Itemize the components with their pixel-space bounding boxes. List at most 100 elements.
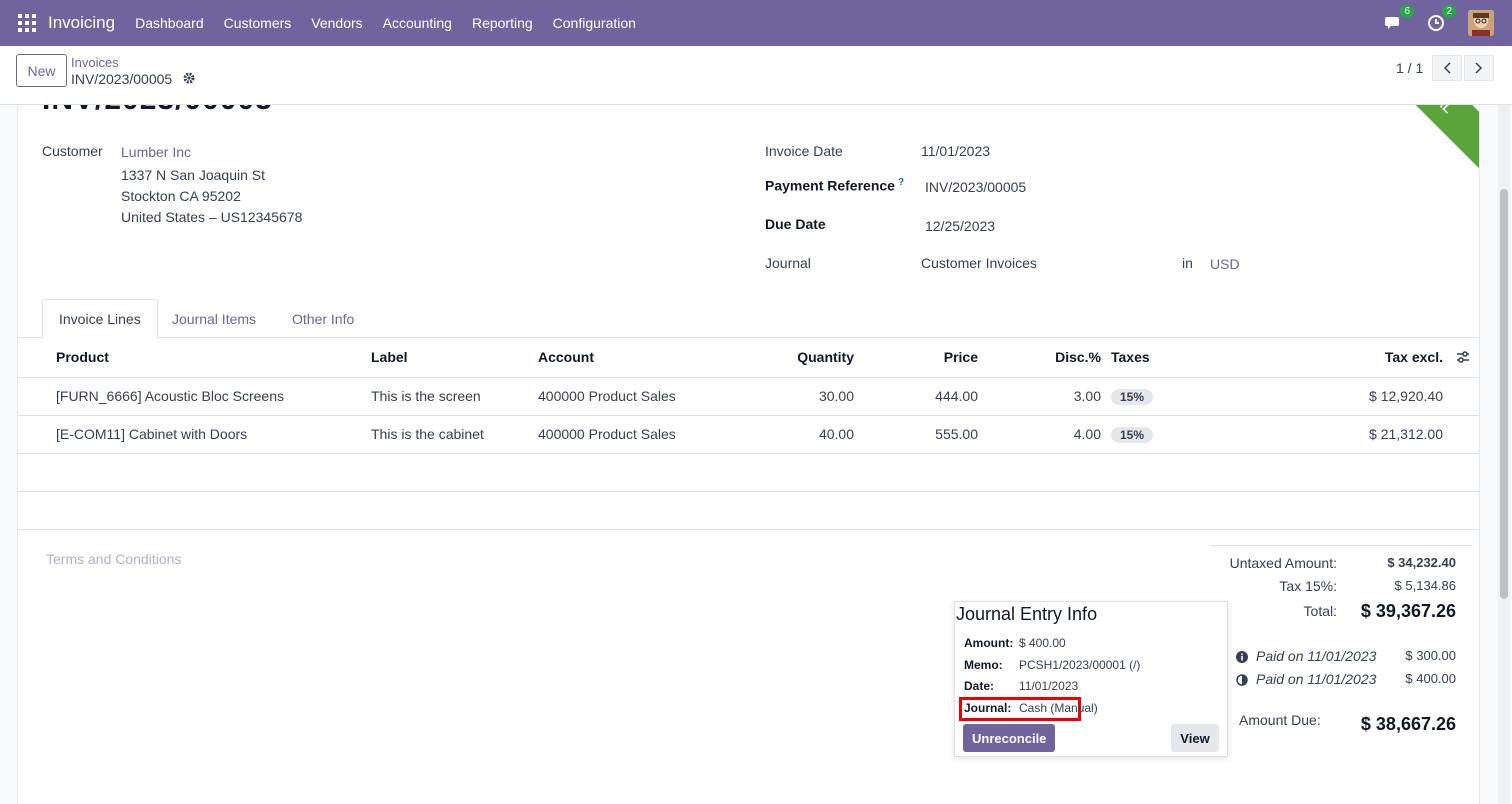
pager-prev-button[interactable] [1432, 55, 1462, 81]
payment1-amount: $ 300.00 [1405, 648, 1456, 663]
chevron-right-icon [1475, 62, 1483, 74]
popover-amount: $ 400.00 [1019, 636, 1066, 650]
row-quantity[interactable]: 40.00 [754, 426, 854, 442]
tab-invoice-lines[interactable]: Invoice Lines [42, 299, 158, 339]
currency-field[interactable]: USD [1210, 256, 1240, 272]
col-taxes[interactable]: Taxes [1111, 349, 1150, 365]
user-avatar[interactable] [1468, 10, 1494, 36]
tax-badge[interactable]: 15% [1111, 427, 1154, 443]
popover-date: 11/01/2023 [1019, 679, 1079, 693]
customer-link[interactable]: Lumber Inc [121, 144, 191, 160]
nav-customers[interactable]: Customers [224, 15, 292, 31]
unreconcile-button[interactable]: Unreconcile [963, 724, 1056, 752]
journal-field[interactable]: Customer Invoices [921, 255, 1037, 271]
lines-table-header: Product Label Account Quantity Price Dis… [18, 338, 1479, 378]
tax-amount: $ 5,134.86 [1394, 578, 1456, 593]
activities-badge: 2 [1442, 5, 1456, 18]
row-product[interactable]: [E-COM11] Cabinet with Doors [56, 426, 247, 442]
total-amount: $ 39,367.26 [1360, 601, 1456, 621]
journal-entry-popover: Journal Entry Info Amount: $ 400.00 Memo… [954, 601, 1228, 757]
status-ribbon: AL [1376, 105, 1479, 173]
popover-amount-label: Amount: [964, 636, 1014, 650]
totals-panel: Untaxed Amount: $ 34,232.40 Tax 15%: $ 5… [1210, 545, 1472, 734]
row-subtotal: $ 21,312.00 [1369, 426, 1443, 442]
amount-due: $ 38,667.26 [1360, 714, 1456, 734]
untaxed-label: Untaxed Amount: [1229, 555, 1337, 571]
due-date-label: Due Date [765, 216, 826, 232]
popover-journal-label: Journal: [964, 701, 1012, 715]
breadcrumb-current: INV/2023/00005 [71, 71, 173, 87]
nav-configuration[interactable]: Configuration [553, 15, 636, 31]
col-label[interactable]: Label [371, 349, 408, 365]
new-button[interactable]: New [16, 54, 67, 87]
tax-label: Tax 15%: [1279, 578, 1337, 594]
row-price[interactable]: 444.00 [878, 388, 978, 404]
optional-columns-icon[interactable] [1456, 350, 1470, 367]
row-product[interactable]: [FURN_6666] Acoustic Bloc Screens [56, 388, 284, 404]
tab-journal-items[interactable]: Journal Items [156, 299, 272, 338]
address-line2: Stockton CA 95202 [121, 188, 241, 204]
help-icon[interactable]: ? [898, 177, 904, 188]
nav-accounting[interactable]: Accounting [383, 15, 452, 31]
due-date-field[interactable]: 12/25/2023 [925, 218, 995, 234]
customer-label: Customer [42, 143, 103, 159]
empty-row[interactable] [18, 492, 1479, 530]
view-button[interactable]: View [1171, 724, 1219, 752]
gear-icon[interactable] [183, 71, 195, 87]
scrollbar-thumb[interactable] [1500, 189, 1508, 599]
nav-dashboard[interactable]: Dashboard [135, 15, 204, 31]
page-scrollbar[interactable] [1498, 105, 1510, 804]
popover-journal: Cash (Manual) [1019, 701, 1098, 715]
pager-next-button[interactable] [1464, 55, 1494, 81]
popover-title: Journal Entry Info [956, 604, 1098, 624]
row-account[interactable]: 400000 Product Sales [538, 388, 676, 404]
breadcrumb-invoices[interactable]: Invoices [71, 55, 119, 70]
col-tax-excl[interactable]: Tax excl. [1343, 349, 1443, 365]
invoice-date-label: Invoice Date [765, 143, 843, 159]
empty-row[interactable] [18, 454, 1479, 492]
col-account[interactable]: Account [538, 349, 594, 365]
row-disc[interactable]: 3.00 [1001, 388, 1101, 404]
control-panel: New Invoices INV/2023/00005 1 / 1 [0, 46, 1512, 105]
chevron-left-icon [1443, 62, 1451, 74]
address-line1: 1337 N San Joaquin St [121, 167, 265, 183]
row-disc[interactable]: 4.00 [1001, 426, 1101, 442]
invoice-number-title: INV/2023/00005 [42, 105, 273, 117]
payment-reference-field[interactable]: INV/2023/00005 [925, 179, 1026, 195]
messages-badge: 6 [1400, 5, 1414, 18]
invoice-date-field[interactable]: 11/01/2023 [921, 143, 990, 159]
nav-reporting[interactable]: Reporting [472, 15, 533, 31]
popover-memo: PCSH1/2023/00001 (/) [1019, 658, 1141, 672]
row-quantity[interactable]: 30.00 [754, 388, 854, 404]
terms-input[interactable]: Terms and Conditions [46, 551, 181, 567]
journal-label: Journal [765, 255, 811, 271]
popover-memo-label: Memo: [964, 658, 1003, 672]
payment2-label: Paid on 11/01/2023 [1256, 671, 1377, 687]
row-account[interactable]: 400000 Product Sales [538, 426, 676, 442]
form-tabs: Invoice Lines Journal Items Other Info [18, 299, 1479, 339]
row-price[interactable]: 555.00 [878, 426, 978, 442]
pager-value: 1 / 1 [1396, 60, 1424, 76]
in-label: in [1182, 255, 1193, 271]
activities-icon[interactable]: 2 [1426, 5, 1456, 33]
nav-vendors[interactable]: Vendors [311, 15, 362, 31]
payment-reference-label: Payment Reference? [765, 177, 904, 194]
tab-other-info[interactable]: Other Info [276, 299, 370, 338]
col-product[interactable]: Product [56, 349, 109, 365]
row-label[interactable]: This is the cabinet [371, 426, 484, 442]
col-price[interactable]: Price [878, 349, 978, 365]
untaxed-amount: $ 34,232.40 [1387, 555, 1456, 570]
apps-menu-icon[interactable] [18, 14, 36, 32]
messages-icon[interactable]: 6 [1384, 5, 1414, 33]
payment-state-icon[interactable] [1236, 673, 1248, 689]
table-row[interactable]: [FURN_6666] Acoustic Bloc Screens This i… [18, 378, 1479, 416]
row-label[interactable]: This is the screen [371, 388, 481, 404]
table-row[interactable]: [E-COM11] Cabinet with Doors This is the… [18, 416, 1479, 454]
col-disc[interactable]: Disc.% [1001, 349, 1101, 365]
col-quantity[interactable]: Quantity [754, 349, 854, 365]
app-name[interactable]: Invoicing [48, 13, 115, 33]
payment1-label: Paid on 11/01/2023 [1256, 648, 1377, 664]
amount-due-label: Amount Due: [1239, 712, 1321, 728]
info-icon[interactable] [1236, 650, 1248, 666]
tax-badge[interactable]: 15% [1111, 389, 1154, 405]
